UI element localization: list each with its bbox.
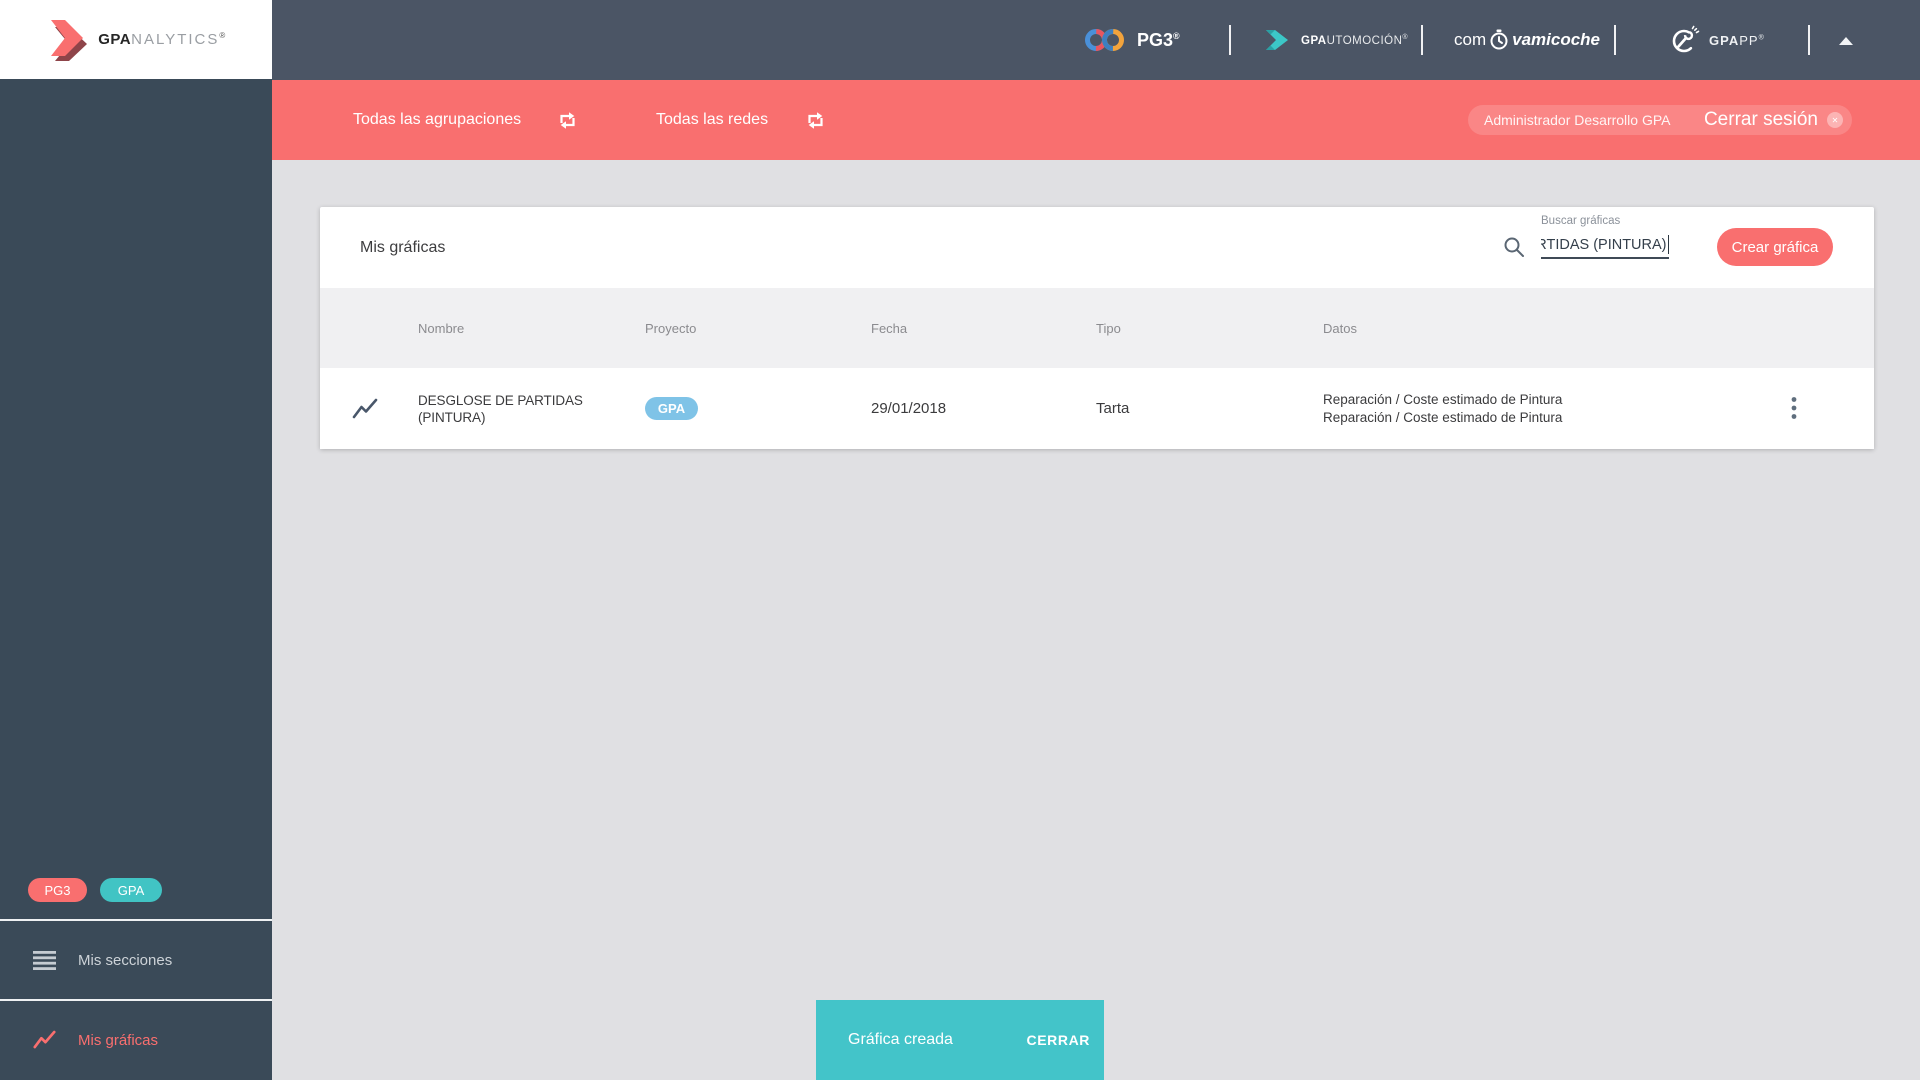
pg3-logo-text: PG3® (1137, 29, 1180, 50)
logout-button[interactable]: Cerrar sesión ✕ (1704, 109, 1843, 131)
cell-tipo: Tarta (1096, 400, 1130, 417)
page-title: Mis gráficas (360, 238, 446, 256)
pg3-logo[interactable]: PG3® (1082, 0, 1180, 80)
snackbar-close-button[interactable]: CERRAR (1027, 1032, 1091, 1048)
sidebar: PG3 GPA Mis secciones Mis gráficas (0, 79, 272, 1080)
column-header-datos: Datos (1323, 320, 1357, 336)
column-header-proyecto: Proyecto (645, 320, 697, 336)
header-separator (1614, 25, 1616, 55)
wrench-circle-icon (1672, 25, 1700, 53)
groupings-filter[interactable]: Todas las agrupaciones (353, 80, 579, 160)
snackbar: Gráfica creada CERRAR (816, 1000, 1104, 1080)
header-separator (1229, 25, 1231, 55)
text-caret (1667, 235, 1669, 254)
search-input-value: DESGLOSE DE PARTIDAS (PINTURA) (1541, 236, 1667, 253)
comprovamicoche-logo[interactable]: com vamicoche (1454, 0, 1600, 80)
collapse-header-arrow-icon[interactable] (1839, 37, 1853, 45)
sidebar-item-mis-graficas[interactable]: Mis gráficas (0, 1001, 272, 1079)
networks-filter[interactable]: Todas las redes (656, 80, 827, 160)
user-session-pill: Administrador Desarrollo GPA Cerrar sesi… (1468, 105, 1852, 135)
sidebar-badge-pg3[interactable]: PG3 (28, 878, 87, 902)
table-row[interactable]: DESGLOSE DE PARTIDAS (PINTURA) GPA 29/01… (320, 368, 1874, 449)
gpanalytics-brand-text: GPANALYTICS® (98, 31, 226, 48)
column-header-nombre: Nombre (418, 320, 465, 336)
sidebar-item-label: Mis gráficas (78, 1031, 159, 1049)
comprovamicoche-logo-text: com vamicoche (1454, 29, 1601, 50)
menu-lines-icon (33, 950, 57, 970)
header-separator (1421, 25, 1423, 55)
swap-icon[interactable] (556, 111, 579, 130)
top-header-bar: PG3® GPAUTOMOCIÓN® com vamicoche GPAPP® (0, 0, 1920, 80)
create-chart-button[interactable]: Crear gráfica (1717, 228, 1833, 266)
sidebar-item-mis-secciones[interactable]: Mis secciones (0, 921, 272, 999)
column-header-fecha: Fecha (871, 320, 908, 336)
swap-icon[interactable] (804, 111, 827, 130)
gpapp-logo-text: GPAPP® (1709, 32, 1765, 48)
close-session-icon[interactable]: ✕ (1827, 112, 1843, 128)
snackbar-message: Gráfica creada (848, 1031, 953, 1048)
groupings-filter-label: Todas las agrupaciones (353, 111, 522, 128)
cell-datos: Reparación / Coste estimado de Pintura R… (1323, 392, 1563, 425)
user-name-label: Administrador Desarrollo GPA (1484, 112, 1671, 128)
search-input-label: Buscar gráficas (1541, 215, 1621, 227)
cell-nombre: DESGLOSE DE PARTIDAS (PINTURA) (418, 392, 583, 425)
card-header: Mis gráficas Buscar gráficas DESGLOSE DE… (320, 207, 1874, 288)
table-header: Nombre Proyecto Fecha Tipo Datos (320, 288, 1874, 368)
gpautomocion-logo-text: GPAUTOMOCIÓN® (1301, 33, 1409, 47)
pg3-infinity-icon (1085, 29, 1124, 51)
stopwatch-icon (1490, 29, 1508, 50)
gpanalytics-brand[interactable]: GPANALYTICS® (0, 0, 272, 79)
app-screen: PG3® GPAUTOMOCIÓN® com vamicoche GPAPP® … (0, 0, 1920, 1080)
gpautomocion-arrow-icon (1266, 30, 1288, 50)
search-input[interactable]: Buscar gráficas DESGLOSE DE PARTIDAS (PI… (1541, 215, 1669, 259)
header-separator (1808, 25, 1810, 55)
my-charts-card: Mis gráficas Buscar gráficas DESGLOSE DE… (320, 207, 1874, 449)
column-header-tipo: Tipo (1096, 320, 1121, 336)
sidebar-item-label: Mis secciones (78, 951, 173, 969)
networks-filter-label: Todas las redes (656, 111, 769, 128)
gpanalytics-arrow-icon (51, 19, 88, 61)
row-overflow-menu-icon[interactable] (1782, 394, 1806, 422)
sidebar-badge-gpa[interactable]: GPA (100, 878, 162, 902)
cell-fecha: 29/01/2018 (871, 400, 947, 417)
project-badge: GPA (645, 397, 698, 420)
cell-proyecto: GPA (645, 368, 698, 449)
gpautomocion-logo[interactable]: GPAUTOMOCIÓN® (1264, 0, 1408, 80)
line-chart-icon (33, 1030, 57, 1050)
sidebar-badges: PG3 GPA (0, 878, 272, 902)
chart-type-line-icon (352, 368, 378, 449)
search-icon[interactable] (1502, 235, 1526, 259)
gpapp-logo[interactable]: GPAPP® (1670, 0, 1765, 80)
filter-bar: Todas las agrupaciones Todas las redes A… (272, 80, 1920, 160)
